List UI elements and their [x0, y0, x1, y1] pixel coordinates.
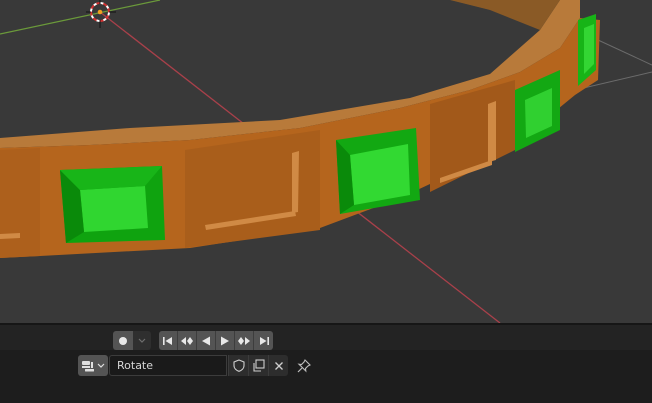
action-type-selector[interactable] — [78, 355, 108, 376]
record-button[interactable] — [113, 331, 133, 350]
keying-dropdown[interactable] — [133, 331, 151, 350]
play-button[interactable] — [216, 331, 235, 350]
y-axis-line — [0, 0, 161, 35]
engraved-slot — [488, 101, 496, 162]
record-dot-icon — [119, 336, 127, 345]
jump-to-end-icon — [259, 336, 269, 345]
pin-icon — [297, 358, 311, 373]
play-reverse-icon — [202, 336, 210, 345]
fake-user-shield-icon — [232, 359, 245, 372]
gem-front-center — [336, 128, 420, 214]
jump-to-end-button[interactable] — [254, 331, 273, 350]
action-name-field[interactable]: Rotate — [109, 355, 227, 376]
3d-cursor[interactable] — [86, 0, 116, 28]
unlink-action-button[interactable] — [268, 355, 288, 376]
play-icon — [221, 336, 229, 345]
engraved-slot — [0, 233, 20, 239]
engraved-slot — [292, 151, 299, 213]
jump-to-start-icon — [163, 336, 172, 345]
prev-keyframe-button[interactable] — [178, 331, 197, 350]
grid-line — [597, 39, 652, 66]
timeline-header — [0, 323, 652, 350]
pin-button[interactable] — [294, 355, 314, 376]
playback-controls — [159, 331, 273, 350]
jump-to-start-button[interactable] — [159, 331, 178, 350]
ring-facet — [0, 148, 40, 258]
viewport-scene — [0, 0, 652, 323]
ring-facet — [185, 130, 320, 248]
new-action-button[interactable] — [248, 355, 268, 376]
fake-user-button[interactable] — [228, 355, 248, 376]
gem-front-left — [60, 166, 165, 243]
3d-viewport[interactable] — [0, 0, 652, 323]
action-icon — [82, 360, 94, 371]
unlink-x-icon — [274, 361, 283, 370]
next-keyframe-button[interactable] — [235, 331, 254, 350]
chevron-down-icon — [138, 338, 146, 343]
prev-keyframe-icon — [181, 336, 193, 345]
new-action-copy-icon — [253, 359, 265, 372]
play-reverse-button[interactable] — [197, 331, 216, 350]
next-keyframe-icon — [238, 336, 250, 345]
chevron-down-icon — [97, 363, 105, 368]
